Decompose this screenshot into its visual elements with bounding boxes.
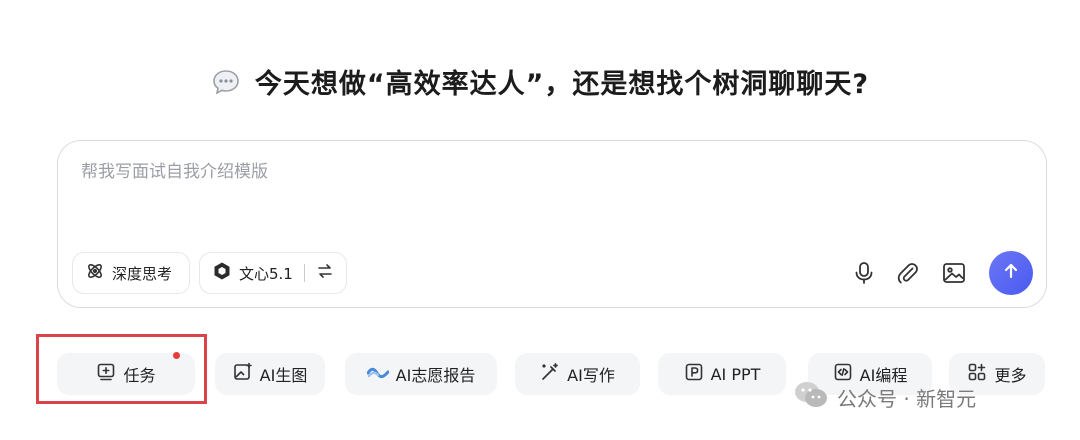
chip-ai-image[interactable]: AI生图 — [215, 353, 325, 395]
chip-ai-writing[interactable]: AI写作 — [515, 353, 640, 395]
wechat-logo-icon — [793, 380, 829, 415]
switch-icon[interactable] — [316, 262, 334, 284]
headline-text: 今天想做“高效率达人”，还是想找个树洞聊聊天? — [254, 69, 870, 100]
arrow-up-icon — [1001, 261, 1021, 285]
highlight-annotation — [36, 334, 207, 404]
chip-ai-ppt[interactable]: AI PPT — [658, 353, 786, 395]
chip-label: 更多 — [994, 366, 1027, 385]
watermark: 公众号 · 新智元 — [793, 380, 976, 415]
microphone-icon[interactable] — [850, 259, 878, 287]
prompt-input[interactable]: 帮我写面试自我介绍模版 — [81, 157, 268, 182]
model-logo-icon — [212, 261, 232, 285]
model-selector[interactable]: 文心5.1 — [199, 252, 347, 294]
deep-think-toggle[interactable]: 深度思考 — [72, 252, 190, 294]
chat-bubble-icon — [211, 67, 241, 97]
divider — [303, 264, 305, 282]
send-button[interactable] — [989, 251, 1033, 295]
chip-label: AI志愿报告 — [395, 366, 476, 385]
chip-label: AI生图 — [259, 366, 308, 385]
chip-label: AI写作 — [567, 366, 615, 385]
attachment-icon[interactable] — [894, 259, 922, 287]
atom-icon — [85, 261, 105, 285]
wave-icon — [366, 365, 390, 384]
magic-pen-icon — [540, 362, 560, 386]
image-upload-icon[interactable] — [940, 259, 968, 287]
chat-composer[interactable]: 帮我写面试自我介绍模版 深度思考 文心5.1 — [57, 140, 1047, 308]
chip-label: AI PPT — [710, 364, 761, 384]
ppt-icon — [684, 362, 704, 386]
chip-ai-volunteer-report[interactable]: AI志愿报告 — [345, 353, 497, 395]
image-gen-icon — [233, 362, 253, 386]
watermark-text: 公众号 · 新智元 — [837, 387, 977, 411]
deep-think-label: 深度思考 — [112, 264, 173, 283]
headline: 今天想做“高效率达人”，还是想找个树洞聊聊天? — [0, 62, 1080, 101]
model-label: 文心5.1 — [239, 264, 293, 283]
